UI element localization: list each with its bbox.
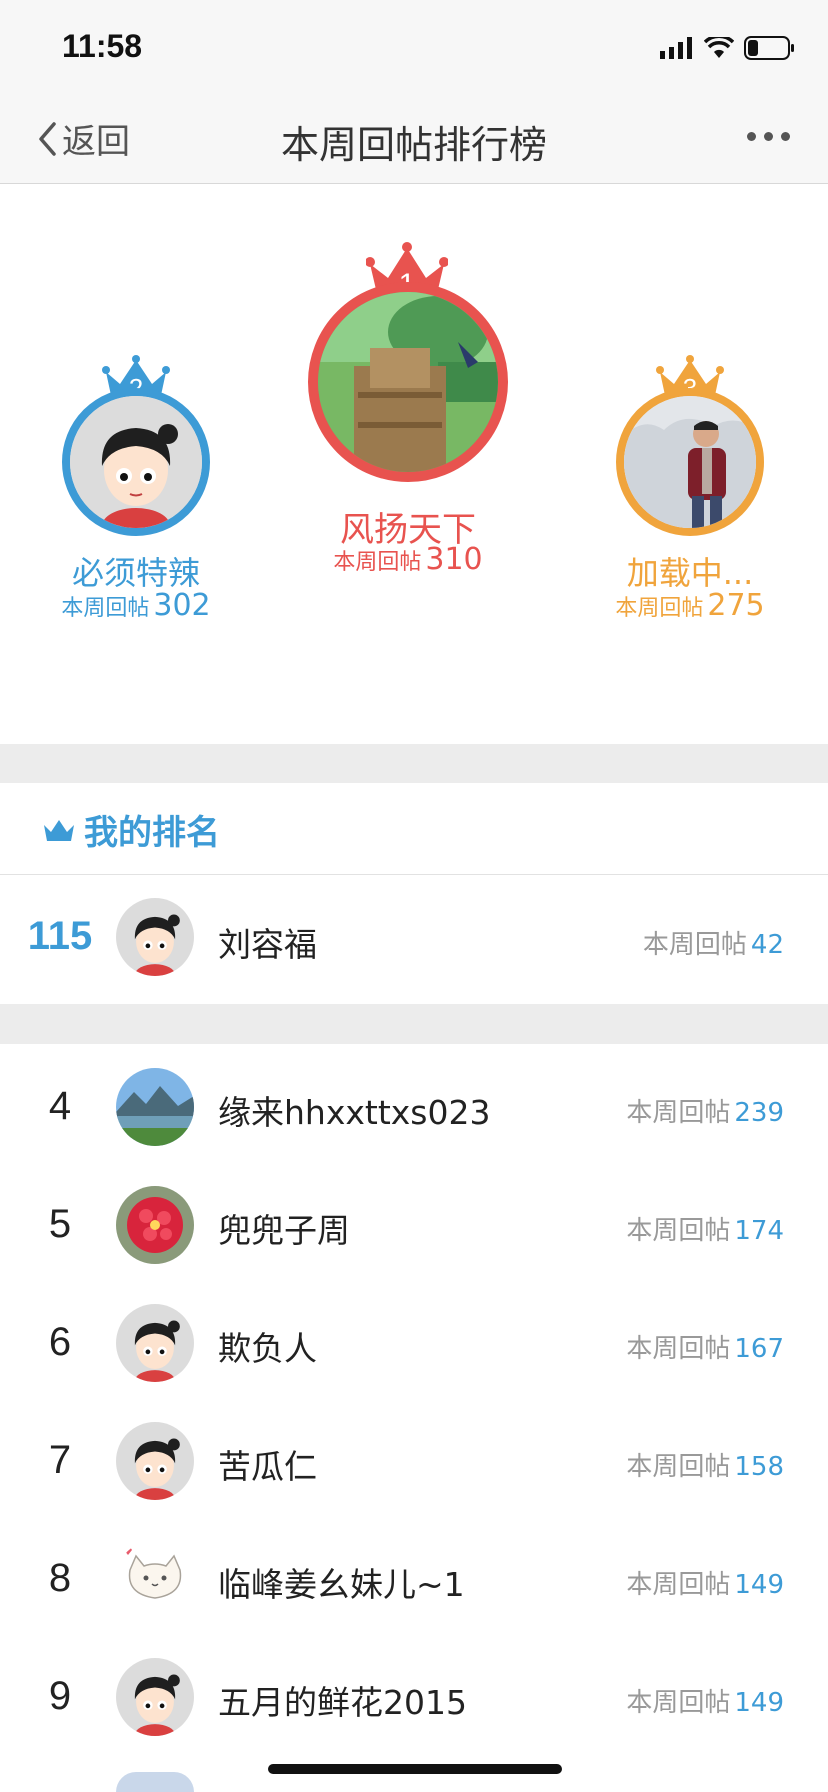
status-time: 11:58 bbox=[62, 28, 143, 64]
cartoon-avatar-icon bbox=[116, 1658, 194, 1736]
count-label: 本周回帖 bbox=[626, 1216, 731, 1246]
count-label: 本周回帖 bbox=[642, 930, 747, 960]
cartoon-avatar-icon bbox=[70, 396, 202, 528]
cartoon-avatar-icon bbox=[116, 898, 194, 976]
count-label: 本周回帖 bbox=[626, 1452, 731, 1482]
photo-avatar-icon bbox=[318, 292, 498, 472]
user-name: 欺负人 bbox=[218, 1329, 317, 1368]
photo-avatar-icon bbox=[624, 396, 756, 528]
my-count: 本周回帖 42 bbox=[643, 924, 784, 961]
list-item[interactable]: 8 临峰姜幺妹儿~1 本周回帖 149 bbox=[0, 1520, 828, 1638]
count-label: 本周回帖 bbox=[626, 1334, 731, 1364]
avatar[interactable] bbox=[116, 1186, 194, 1264]
count-label: 本周回帖 bbox=[333, 550, 422, 575]
count-value: 167 bbox=[734, 1334, 784, 1364]
cartoon-avatar-icon bbox=[116, 1304, 194, 1382]
podium-count: 本周回帖 310 bbox=[278, 542, 538, 577]
rank-number: 7 bbox=[48, 1438, 72, 1482]
my-rank-row[interactable]: 115 刘容福 本周回帖 42 bbox=[0, 876, 828, 1004]
section-divider bbox=[0, 744, 828, 783]
avatar[interactable] bbox=[616, 388, 764, 536]
post-count: 本周回帖 167 bbox=[626, 1328, 784, 1365]
section-divider bbox=[0, 1004, 828, 1044]
avatar[interactable] bbox=[116, 1540, 194, 1618]
more-dot-icon bbox=[764, 132, 773, 141]
post-count: 本周回帖 174 bbox=[626, 1210, 784, 1247]
user-name: 苦瓜仁 bbox=[218, 1447, 317, 1486]
my-rank-title: 我的排名 bbox=[84, 813, 220, 853]
count-label: 本周回帖 bbox=[615, 596, 704, 621]
cat-avatar-icon bbox=[116, 1540, 194, 1618]
my-rank-number: 115 bbox=[27, 914, 93, 958]
status-icons bbox=[660, 36, 796, 60]
user-name: 临峰姜幺妹儿~1 bbox=[218, 1565, 465, 1604]
page-title: 本周回帖排行榜 bbox=[280, 123, 547, 167]
more-dot-icon bbox=[747, 132, 756, 141]
avatar[interactable] bbox=[116, 1658, 194, 1736]
avatar[interactable] bbox=[116, 1304, 194, 1382]
battery-icon bbox=[744, 36, 794, 60]
post-count: 本周回帖 158 bbox=[626, 1446, 784, 1483]
avatar[interactable] bbox=[116, 1422, 194, 1500]
podium-count: 本周回帖 302 bbox=[6, 588, 266, 623]
list-item[interactable]: 9 五月的鲜花2015 本周回帖 149 bbox=[0, 1638, 828, 1756]
count-value: 42 bbox=[750, 930, 784, 960]
count-value: 310 bbox=[425, 542, 483, 577]
user-name: 兜兜子周 bbox=[218, 1211, 350, 1250]
nav-bar: 返回 本周回帖排行榜 bbox=[0, 92, 828, 184]
count-value: 149 bbox=[734, 1570, 784, 1600]
count-value: 174 bbox=[734, 1216, 784, 1246]
avatar[interactable] bbox=[308, 282, 508, 482]
rank-number: 8 bbox=[48, 1556, 72, 1600]
wifi-icon bbox=[704, 37, 734, 58]
landscape-avatar-icon bbox=[116, 1068, 194, 1146]
user-name: 缘来hhxxttxs023 bbox=[218, 1093, 491, 1132]
rank-number: 6 bbox=[48, 1320, 72, 1364]
signal-icon bbox=[660, 37, 692, 59]
list-item[interactable]: 6 欺负人 本周回帖 167 bbox=[0, 1284, 828, 1402]
count-value: 158 bbox=[734, 1452, 784, 1482]
podium-count: 本周回帖 275 bbox=[560, 588, 820, 623]
user-name: 五月的鲜花2015 bbox=[218, 1683, 467, 1722]
count-label: 本周回帖 bbox=[626, 1688, 731, 1718]
more-dot-icon bbox=[781, 132, 790, 141]
count-label: 本周回帖 bbox=[626, 1098, 731, 1128]
podium: 2 必须特辣 本周回帖302 1 bbox=[0, 184, 828, 744]
count-value: 239 bbox=[734, 1098, 784, 1128]
count-value: 149 bbox=[734, 1688, 784, 1718]
post-count: 本周回帖 239 bbox=[626, 1092, 784, 1129]
cartoon-avatar-icon bbox=[116, 1422, 194, 1500]
more-button[interactable] bbox=[747, 132, 790, 141]
rank-number: 9 bbox=[48, 1674, 72, 1718]
list-item[interactable]: 5 兜兜子周 本周回帖 174 bbox=[0, 1166, 828, 1284]
count-label: 本周回帖 bbox=[61, 596, 150, 621]
crown-icon bbox=[44, 820, 74, 841]
avatar[interactable] bbox=[116, 1772, 194, 1792]
post-count: 本周回帖 149 bbox=[626, 1682, 784, 1719]
rank-number: 5 bbox=[48, 1202, 72, 1246]
list-item[interactable]: 4 缘来hhxxttxs023 本周回帖 239 bbox=[0, 1048, 828, 1166]
rank-number: 4 bbox=[48, 1084, 72, 1128]
post-count: 本周回帖 149 bbox=[626, 1564, 784, 1601]
count-value: 275 bbox=[707, 588, 765, 623]
my-rank-header: 我的排名 bbox=[0, 783, 828, 875]
count-label: 本周回帖 bbox=[626, 1570, 731, 1600]
count-value: 302 bbox=[153, 588, 211, 623]
flower-avatar-icon bbox=[116, 1186, 194, 1264]
my-name: 刘容福 bbox=[218, 925, 317, 964]
home-indicator bbox=[268, 1764, 562, 1774]
list-item[interactable]: 7 苦瓜仁 本周回帖 158 bbox=[0, 1402, 828, 1520]
avatar[interactable] bbox=[116, 1068, 194, 1146]
status-bar: 11:58 bbox=[0, 0, 828, 92]
avatar[interactable] bbox=[116, 898, 194, 976]
avatar[interactable] bbox=[62, 388, 210, 536]
